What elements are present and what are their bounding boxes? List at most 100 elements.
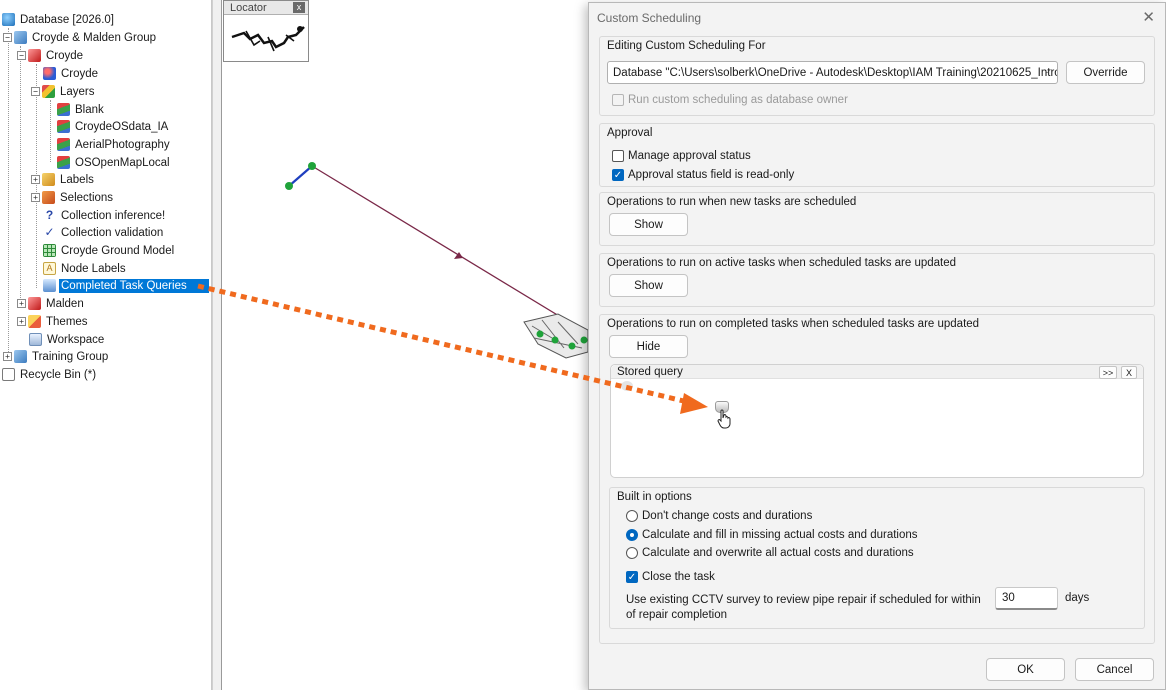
approval-readonly-checkbox[interactable]: ✓ Approval status field is read-only: [612, 169, 794, 181]
tree-item-workspace[interactable]: Workspace: [29, 331, 106, 348]
tree-item-label: AerialPhotography: [75, 138, 170, 151]
database-icon: [2, 13, 15, 26]
tree-item-label: Node Labels: [61, 262, 126, 275]
tree-item-group[interactable]: − Croyde & Malden Group: [3, 29, 158, 46]
network-icon: [28, 297, 41, 310]
tree-item-collection-validation[interactable]: ✓ Collection validation: [43, 224, 165, 241]
radio-circle[interactable]: [626, 510, 638, 522]
validation-icon: ✓: [43, 225, 56, 239]
close-icon[interactable]: ✕: [1142, 8, 1155, 26]
tree-item-training-group[interactable]: + Training Group: [3, 348, 110, 365]
close-task-checkbox[interactable]: ✓ Close the task: [626, 571, 715, 583]
inference-icon: ?: [43, 209, 56, 222]
collapse-icon[interactable]: −: [3, 33, 12, 42]
tree-item-recycle-bin[interactable]: Recycle Bin (*): [2, 366, 98, 383]
remove-button[interactable]: X: [1121, 366, 1137, 379]
tree-item-label: Croyde: [46, 49, 84, 62]
layer-icon: [57, 138, 70, 151]
checkbox-box[interactable]: [612, 150, 624, 162]
tree-item-labels[interactable]: + Labels: [31, 171, 96, 188]
radio-overwrite-all[interactable]: Calculate and overwrite all actual costs…: [626, 547, 914, 559]
days-input[interactable]: 30: [995, 587, 1058, 610]
network-tree[interactable]: Database [2026.0] − Croyde & Malden Grou…: [0, 0, 212, 690]
asset-cluster[interactable]: [523, 313, 589, 359]
network-node[interactable]: [536, 330, 544, 338]
network-node[interactable]: [568, 342, 576, 350]
expand-icon[interactable]: +: [31, 175, 40, 184]
expand-button[interactable]: >>: [1099, 366, 1117, 379]
themes-icon: [28, 315, 41, 328]
stored-query-panel[interactable]: Stored query >> X: [610, 364, 1144, 478]
tree-item-layer[interactable]: Blank: [57, 101, 106, 118]
tree-item-themes[interactable]: + Themes: [17, 313, 90, 330]
tree-item-network[interactable]: − Croyde: [17, 47, 85, 64]
expand-icon[interactable]: +: [31, 193, 40, 202]
tree-item-node-labels[interactable]: A Node Labels: [43, 260, 128, 277]
check-icon[interactable]: ✓: [626, 571, 638, 583]
checkbox-box[interactable]: [612, 94, 624, 106]
expand-icon[interactable]: +: [17, 299, 26, 308]
chevron-down-icon[interactable]: ⌵: [1043, 65, 1051, 76]
tree-item-label: Collection inference!: [61, 209, 166, 222]
expand-icon[interactable]: +: [3, 352, 12, 361]
radio-circle-selected[interactable]: [626, 529, 638, 541]
tree-item-croyde[interactable]: Croyde: [43, 65, 100, 82]
tree-item-layers[interactable]: − Layers: [31, 83, 97, 100]
run-as-owner-checkbox[interactable]: Run custom scheduling as database owner: [612, 94, 848, 106]
layer-icon: [57, 103, 70, 116]
stored-query-header: [611, 365, 1143, 379]
checkbox-label: Manage approval status: [628, 150, 751, 162]
tree-item-label: Croyde Ground Model: [61, 244, 175, 257]
checkbox-label: Run custom scheduling as database owner: [628, 94, 848, 106]
panel-splitter[interactable]: [212, 0, 222, 690]
hide-completed-ops-button[interactable]: Hide: [609, 335, 688, 358]
show-active-ops-button[interactable]: Show: [609, 274, 688, 297]
tree-item-layer[interactable]: CroydeOSdata_IA: [57, 118, 170, 135]
tree-item-malden[interactable]: + Malden: [17, 295, 86, 312]
tree-item-label: Database [2026.0]: [20, 13, 114, 26]
radio-fill-missing[interactable]: Calculate and fill in missing actual cos…: [626, 529, 918, 541]
network-node[interactable]: [308, 162, 316, 170]
network-node[interactable]: [580, 336, 588, 344]
radio-circle[interactable]: [626, 547, 638, 559]
tree-item-selections[interactable]: + Selections: [31, 189, 115, 206]
radio-label: Calculate and fill in missing actual cos…: [642, 529, 918, 541]
tree-item-ground-model[interactable]: Croyde Ground Model: [43, 242, 176, 259]
ops-active-tasks-group: Operations to run on active tasks when s…: [599, 253, 1155, 307]
ok-button[interactable]: OK: [986, 658, 1065, 681]
layers-icon: [42, 85, 55, 98]
cancel-button[interactable]: Cancel: [1075, 658, 1154, 681]
stored-query-icon: [43, 279, 56, 292]
tree-item-label: Themes: [46, 315, 88, 328]
tree-item-database[interactable]: Database [2026.0]: [2, 11, 116, 28]
layer-icon: [57, 120, 70, 133]
editing-group: Editing Custom Scheduling For Database "…: [599, 36, 1155, 116]
group-title: Editing Custom Scheduling For: [607, 40, 766, 52]
manage-approval-checkbox[interactable]: Manage approval status: [612, 150, 751, 162]
tree-item-layer[interactable]: OSOpenMapLocal: [57, 154, 172, 171]
network-node[interactable]: [551, 336, 559, 344]
check-icon[interactable]: ✓: [612, 169, 624, 181]
radio-label: Calculate and overwrite all actual costs…: [642, 547, 914, 559]
tree-item-completed-task-queries[interactable]: Completed Task Queries: [43, 277, 209, 294]
show-new-ops-button[interactable]: Show: [609, 213, 688, 236]
expand-icon[interactable]: +: [17, 317, 26, 326]
tree-item-layer[interactable]: AerialPhotography: [57, 136, 172, 153]
radio-label: Don't change costs and durations: [642, 510, 813, 522]
collapse-icon[interactable]: −: [17, 51, 26, 60]
pipe-link[interactable]: [311, 165, 593, 337]
network-node[interactable]: [285, 182, 293, 190]
group-title: Approval: [607, 127, 653, 139]
group-title: Operations to run on completed tasks whe…: [607, 318, 980, 330]
approval-group: Approval Manage approval status ✓ Approv…: [599, 123, 1155, 187]
custom-scheduling-dialog[interactable]: Custom Scheduling ✕ Editing Custom Sched…: [588, 2, 1166, 690]
radio-dont-change[interactable]: Don't change costs and durations: [626, 510, 812, 522]
override-button[interactable]: Override: [1066, 61, 1145, 84]
collapse-icon[interactable]: −: [31, 87, 40, 96]
tree-item-collection-inference[interactable]: ? Collection inference!: [43, 207, 167, 224]
group-title: Built in options: [617, 491, 692, 503]
pipe-link[interactable]: [288, 165, 313, 187]
tree-item-label: Malden: [46, 297, 84, 310]
database-combo[interactable]: Database "C:\Users\solberk\OneDrive - Au…: [607, 61, 1058, 84]
checkbox-label: Approval status field is read-only: [628, 169, 795, 181]
